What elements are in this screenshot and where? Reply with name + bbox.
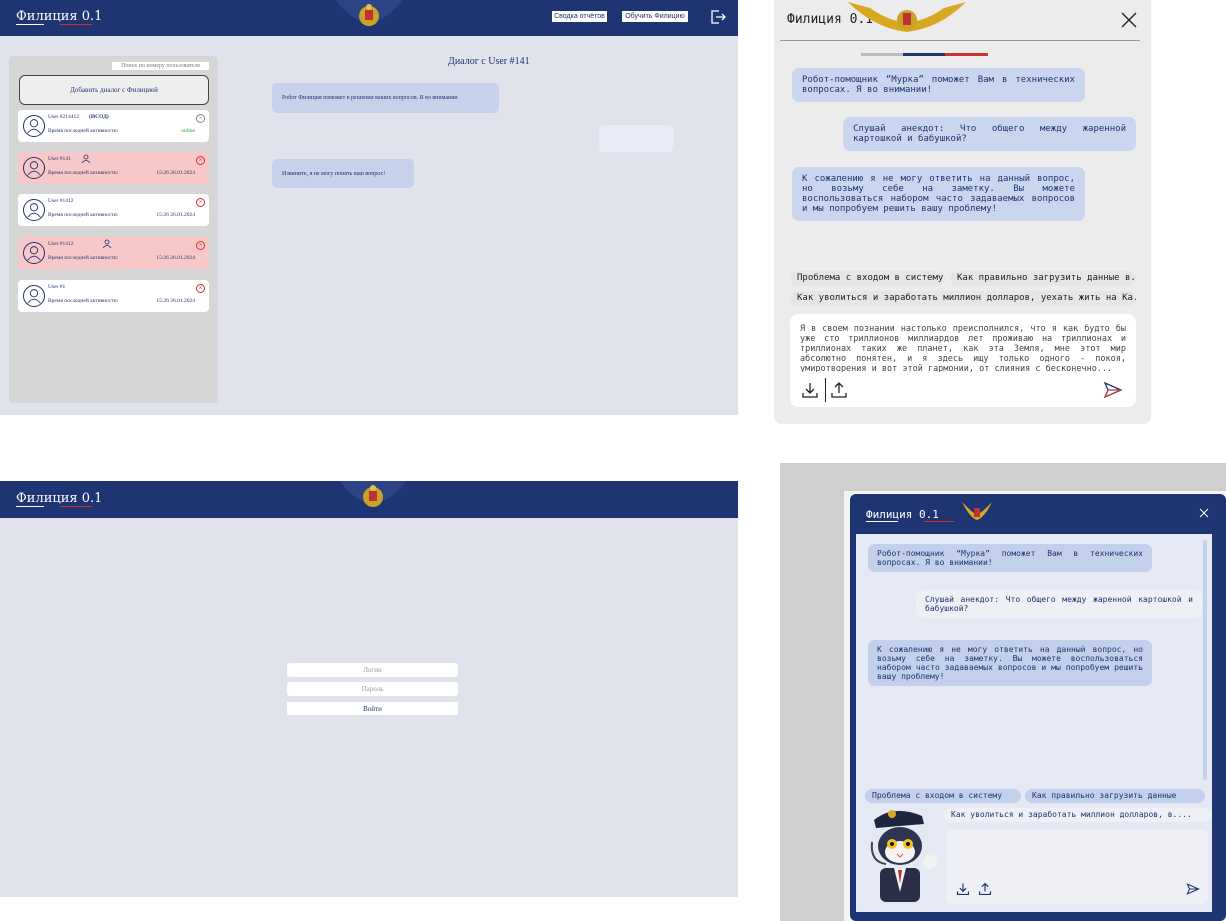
user-row[interactable]: User #1412 Время последней активности: 1… — [18, 237, 209, 269]
send-icon[interactable] — [1103, 381, 1123, 399]
close-icon[interactable] — [1121, 12, 1137, 28]
brand-logo: Филиция 0.1 — [16, 9, 103, 24]
activity-label: Время последней активности: — [48, 298, 119, 304]
activity-label: Время последней активности: — [48, 170, 119, 176]
bot-message: Робот-помощник “Мурка” поможет Вам в тех… — [868, 544, 1152, 572]
add-dialog-button[interactable]: Добавить диалог с Филицией — [19, 75, 209, 105]
brand-underline — [16, 24, 44, 25]
user-message: Слушай анекдот: Что общего между жаренно… — [843, 117, 1136, 151]
report-summary-button[interactable]: Сводка отчётов — [552, 11, 607, 22]
eagle-emblem-icon — [848, 2, 966, 32]
brand-underline — [16, 506, 44, 507]
user-name: User #214412 — [48, 114, 80, 120]
message-input-box[interactable]: Я в своем познании настолько преисполнил… — [790, 314, 1136, 407]
login-submit-button[interactable]: Войти — [287, 702, 458, 715]
user-message — [599, 125, 674, 152]
operator-icon — [81, 154, 91, 164]
widget-brand: Филиция 0.1 — [866, 508, 939, 521]
brand-underline-red — [924, 521, 954, 522]
logout-icon[interactable] — [710, 9, 726, 25]
faq-chip[interactable]: Как уволиться и заработать миллион долла… — [790, 291, 1136, 306]
header-divider — [780, 40, 1140, 41]
activity-label: Время последней активности: — [48, 255, 119, 261]
close-icon[interactable] — [1199, 508, 1209, 518]
activity-time: 15:26 26.01.2024 — [156, 255, 195, 261]
brand-underline-red — [60, 506, 92, 507]
bot-message: К сожалению я не могу ответить на данный… — [792, 167, 1085, 221]
flag-stripe-red — [945, 53, 988, 56]
brand-logo: Филиция 0.1 — [16, 491, 103, 506]
download-icon[interactable] — [956, 882, 970, 896]
activity-label: Время последней активности: — [48, 212, 119, 218]
eagle-emblem-icon — [962, 502, 992, 520]
bot-message: Извините, я не могу понять ваш вопрос! — [272, 159, 414, 188]
login-field[interactable]: Логин — [287, 663, 458, 677]
chat-widget: Филиция 0.1 Робот-помощник “Мурка” помож… — [774, 0, 1151, 424]
send-icon[interactable] — [1186, 882, 1200, 896]
upload-icon[interactable] — [830, 381, 848, 399]
user-avatar-icon — [23, 242, 45, 264]
bot-message: Робот-помощник “Мурка” поможет Вам в тех… — [792, 68, 1085, 102]
close-dialog-icon[interactable]: × — [196, 198, 205, 207]
user-avatar-icon — [23, 115, 45, 137]
upload-icon[interactable] — [978, 882, 992, 896]
user-row[interactable]: User #141 Время последней активности: 15… — [18, 152, 209, 184]
cat-mascot-icon — [870, 810, 937, 902]
user-name: User #1412 — [48, 241, 74, 247]
faq-chip[interactable]: Как правильно загрузить данные в... — [950, 271, 1136, 286]
faq-chip[interactable]: Проблема с входом в систему — [865, 789, 1021, 803]
password-field[interactable]: Пароль — [287, 682, 458, 696]
mascot-widget: Филиция 0.1 Робот-помощник “Мурка” помож… — [850, 494, 1226, 921]
admin-header: Филиция 0.1 Сводка отчётов Обучить Филиц… — [0, 0, 738, 36]
brand-underline — [866, 521, 898, 522]
close-dialog-icon[interactable]: × — [196, 156, 205, 165]
activity-time: 15:26 26.01.2024 — [156, 298, 195, 304]
faq-chip[interactable]: Проблема с входом в систему — [790, 271, 945, 286]
mascot-input-box[interactable] — [946, 830, 1208, 904]
faq-chip[interactable]: Как правильно загрузить данные — [1025, 789, 1205, 803]
brand-underline-red — [60, 24, 92, 25]
activity-time: 15:26 26.01.2024 — [156, 212, 195, 218]
user-avatar-icon — [23, 285, 45, 307]
user-name: User #1412 — [48, 198, 74, 204]
user-sidebar: Поиск по номеру пользователя Добавить ди… — [9, 56, 218, 403]
train-filicia-button[interactable]: Обучить Филицию — [622, 11, 688, 22]
user-row[interactable]: User #214412 (ИСОД) Время последней акти… — [18, 110, 209, 142]
activity-time: 15:26 26.01.2024 — [156, 170, 195, 176]
user-search-input[interactable]: Поиск по номеру пользователя — [112, 62, 209, 70]
user-name: User #141 — [48, 156, 71, 162]
bot-message: Робот Филиция поможет в решении ваших во… — [272, 83, 499, 113]
chat-scrollbar[interactable] — [1203, 540, 1207, 780]
flag-stripe-white — [861, 53, 903, 56]
eagle-emblem-icon — [340, 481, 406, 507]
user-message: Слушай анекдот: Что общего между жаренно… — [916, 590, 1202, 618]
flag-stripe-blue — [903, 53, 945, 56]
mascot-cat-image — [864, 802, 942, 904]
activity-time: online — [181, 128, 195, 134]
user-avatar-icon — [23, 157, 45, 179]
close-dialog-icon[interactable]: × — [196, 241, 205, 250]
message-input[interactable]: Я в своем познании настолько преисполнил… — [800, 324, 1126, 372]
user-tag: (ИСОД) — [89, 114, 109, 120]
user-avatar-icon — [23, 199, 45, 221]
faq-chip[interactable]: Как уволиться и заработать миллион долла… — [944, 808, 1212, 822]
bot-message: К сожалению я не могу ответить на данный… — [868, 640, 1152, 686]
toolbar-divider — [825, 378, 826, 402]
login-panel: Филиция 0.1 Логин Пароль Войти — [0, 481, 738, 897]
close-dialog-icon[interactable]: × — [196, 114, 205, 123]
admin-panel: Филиция 0.1 Сводка отчётов Обучить Филиц… — [0, 0, 738, 415]
download-icon[interactable] — [801, 381, 819, 399]
user-name: User #1 — [48, 284, 66, 290]
close-dialog-icon[interactable]: × — [196, 284, 205, 293]
dialog-title: Диалог с User #141 — [448, 56, 530, 67]
operator-icon — [102, 239, 112, 249]
user-row[interactable]: User #1412 Время последней активности: 1… — [18, 194, 209, 226]
activity-label: Время последней активности: — [48, 128, 119, 134]
user-row[interactable]: User #1 Время последней активности: 15:2… — [18, 280, 209, 312]
eagle-emblem-icon — [336, 0, 402, 26]
login-header: Филиция 0.1 — [0, 481, 738, 518]
